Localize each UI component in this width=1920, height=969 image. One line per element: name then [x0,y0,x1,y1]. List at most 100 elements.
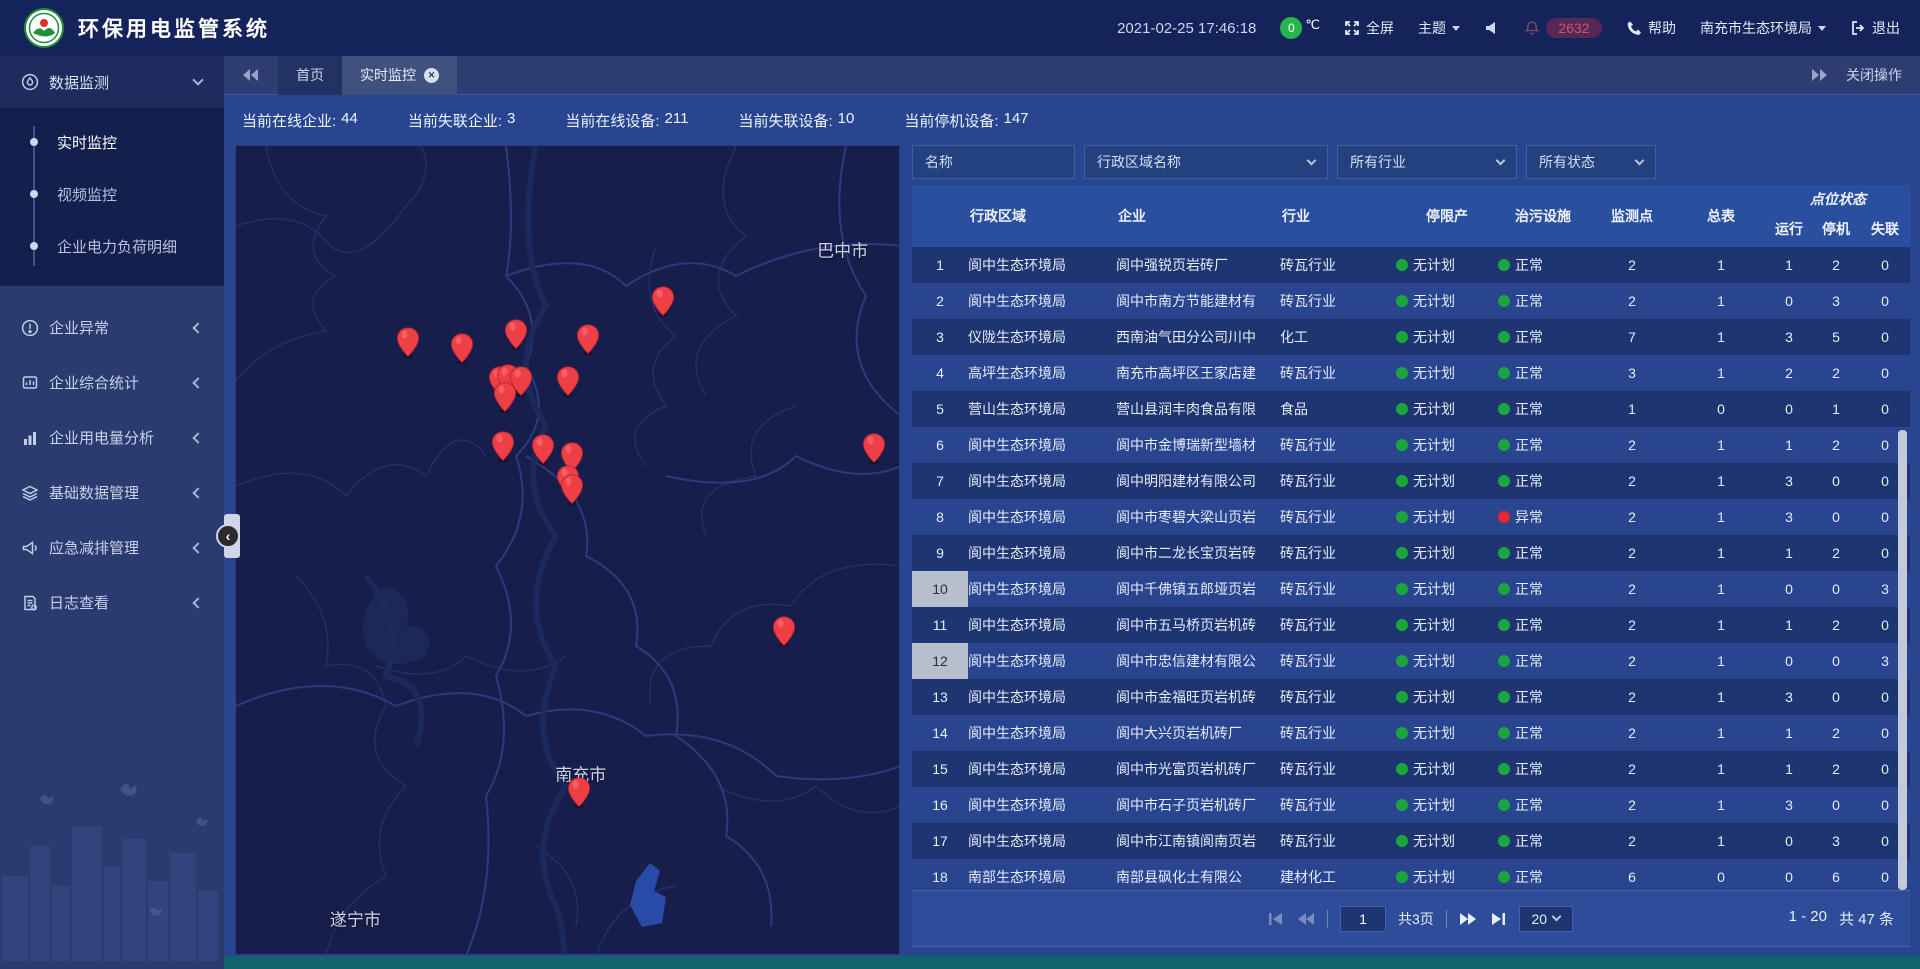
table-row[interactable]: 2阆中生态环境局阆中市南方节能建材有砖瓦行业无计划正常21030 [912,283,1910,319]
cell-industry: 砖瓦行业 [1280,355,1396,391]
sidebar: 数据监测 实时监控 视频监控 企业电力负荷明细 企业异常 企业综合统计 [0,56,224,969]
sidebar-item-data-monitor[interactable]: 数据监测 [0,56,224,108]
cell-district: 阆中生态环境局 [968,787,1116,823]
col-stop-limit: 停限产 [1396,185,1498,247]
cell-stop-limit: 无计划 [1396,715,1498,751]
sidebar-item-emergency-reduction[interactable]: 应急减排管理 [0,520,224,575]
chevron-down-icon [1452,26,1460,31]
map-pin[interactable] [561,474,584,505]
next-page-button[interactable] [1459,912,1477,926]
map-pin[interactable] [651,286,674,317]
cell-halted: 3 [1812,823,1860,859]
map-pin[interactable] [531,434,554,465]
temperature-badge: 0 [1280,17,1302,39]
map-panel-collapse-handle[interactable]: ‹ [216,514,242,558]
status-dot-red [1498,511,1510,523]
table-row[interactable]: 9阆中生态环境局阆中市二龙长宝页岩砖砖瓦行业无计划正常21120 [912,535,1910,571]
sidebar-item-base-data[interactable]: 基础数据管理 [0,465,224,520]
cell-index: 14 [912,715,968,751]
tab-close-icon[interactable]: ✕ [424,68,439,83]
map-pin[interactable] [577,324,600,355]
table-row[interactable]: 14阆中生态环境局阆中大兴页岩机砖厂砖瓦行业无计划正常21120 [912,715,1910,751]
status-dot-green [1498,619,1510,631]
fullscreen-button[interactable]: 全屏 [1344,18,1394,38]
tabs-scroll-left-icon[interactable] [242,68,260,82]
prev-page-button[interactable] [1297,912,1315,926]
help-label: 帮助 [1648,18,1676,38]
tabs-scroll-right-icon[interactable] [1810,68,1828,82]
map-pin[interactable] [451,333,474,364]
map-pin[interactable] [505,319,528,350]
notification-badge[interactable]: 2632 [1524,18,1602,38]
table-row[interactable]: 15阆中生态环境局阆中市光富页岩机砖厂砖瓦行业无计划正常21120 [912,751,1910,787]
name-filter-input[interactable] [925,154,1062,170]
cell-monitor-points: 2 [1588,283,1676,319]
table-row[interactable]: 5营山生态环境局营山县润丰肉食品有限食品无计划正常10010 [912,391,1910,427]
org-dropdown[interactable]: 南充市生态环境局 [1700,18,1826,38]
col-halted: 停机 [1812,211,1860,247]
sidebar-item-video-monitor[interactable]: 视频监控 [0,168,224,220]
table-row[interactable]: 1阆中生态环境局阆中强锐页岩砖厂砖瓦行业无计划正常21120 [912,247,1910,283]
chevron-down-icon [192,74,203,85]
map-pin[interactable] [567,777,590,808]
table-row[interactable]: 12阆中生态环境局阆中市忠信建材有限公砖瓦行业无计划正常21003 [912,643,1910,679]
table-row[interactable]: 13阆中生态环境局阆中市金福旺页岩机砖砖瓦行业无计划正常21300 [912,679,1910,715]
cell-district: 阆中生态环境局 [968,283,1116,319]
stats-icon [21,374,39,392]
table-row[interactable]: 17阆中生态环境局阆中市江南镇阆南页岩砖瓦行业无计划正常21030 [912,823,1910,859]
region-filter-select[interactable]: 行政区域名称 [1084,145,1328,179]
cell-index: 2 [912,283,968,319]
page-number-input[interactable] [1340,906,1386,932]
sidebar-item-enterprise-stats[interactable]: 企业综合统计 [0,355,224,410]
status-dot-green [1498,547,1510,559]
sidebar-item-enterprise-abnormal[interactable]: 企业异常 [0,300,224,355]
name-filter-field[interactable] [912,145,1075,179]
map-pin[interactable] [494,382,517,413]
sidebar-item-realtime-monitor[interactable]: 实时监控 [0,116,224,168]
cell-industry: 砖瓦行业 [1280,643,1396,679]
speaker-mute-icon[interactable] [1484,20,1500,36]
close-operations-button[interactable]: 关闭操作 [1846,65,1902,85]
sidebar-item-log-view[interactable]: 日志查看 [0,575,224,630]
table-row[interactable]: 18南部生态环境局南部县砜化土有限公建材化工无计划正常60060 [912,859,1910,890]
map-pin[interactable] [491,431,514,462]
status-dot-green [1498,439,1510,451]
tab-home[interactable]: 首页 [278,56,342,95]
map-pin[interactable] [557,366,580,397]
table-row[interactable]: 3仪陇生态环境局西南油气田分公司川中化工无计划正常71350 [912,319,1910,355]
help-button[interactable]: 帮助 [1626,18,1676,38]
map-panel[interactable]: 巴中市南充市遂宁市 [235,145,900,955]
cell-enterprise: 阆中市枣碧大梁山页岩 [1116,499,1280,535]
status-bar: 当前在线企业: 44 当前失联企业: 3 当前在线设备: 211 当前失联设备:… [224,96,1920,145]
status-filter-value: 所有状态 [1539,152,1595,172]
table-scrollbar-thumb[interactable] [1898,430,1907,890]
status-filter-select[interactable]: 所有状态 [1526,145,1656,179]
table-row[interactable]: 16阆中生态环境局阆中市石子页岩机砖厂砖瓦行业无计划正常21300 [912,787,1910,823]
col-enterprise: 企业 [1116,185,1280,247]
chevron-down-icon [1818,26,1826,31]
sidebar-item-power-load-detail[interactable]: 企业电力负荷明细 [0,220,224,272]
table-row[interactable]: 11阆中生态环境局阆中市五马桥页岩机砖砖瓦行业无计划正常21120 [912,607,1910,643]
table-row[interactable]: 6阆中生态环境局阆中市金博瑞新型墙材砖瓦行业无计划正常21120 [912,427,1910,463]
status-dot-green [1498,583,1510,595]
cell-enterprise: 阆中市金博瑞新型墙材 [1116,427,1280,463]
map-pin[interactable] [396,327,419,358]
last-page-button[interactable] [1489,912,1507,926]
theme-dropdown[interactable]: 主题 [1418,18,1460,38]
map-pin[interactable] [862,433,885,464]
industry-filter-select[interactable]: 所有行业 [1337,145,1517,179]
table-row[interactable]: 4高坪生态环境局南充市高坪区王家店建砖瓦行业无计划正常31220 [912,355,1910,391]
cell-monitor-points: 2 [1588,787,1676,823]
map-pin[interactable] [772,616,795,647]
page-size-select[interactable]: 20 [1519,906,1573,932]
logout-icon [1850,20,1866,36]
tab-realtime-monitor[interactable]: 实时监控 ✕ [342,56,457,95]
table-row[interactable]: 7阆中生态环境局阆中明阳建材有限公司砖瓦行业无计划正常21300 [912,463,1910,499]
table-row[interactable]: 8阆中生态环境局阆中市枣碧大梁山页岩砖瓦行业无计划异常21300 [912,499,1910,535]
first-page-button[interactable] [1267,912,1285,926]
cell-running: 3 [1766,463,1812,499]
sidebar-item-power-analysis[interactable]: 企业用电量分析 [0,410,224,465]
table-row[interactable]: 10阆中生态环境局阆中千佛镇五郎垭页岩砖瓦行业无计划正常21003 [912,571,1910,607]
logout-button[interactable]: 退出 [1850,18,1900,38]
cell-total-meter: 1 [1676,679,1766,715]
